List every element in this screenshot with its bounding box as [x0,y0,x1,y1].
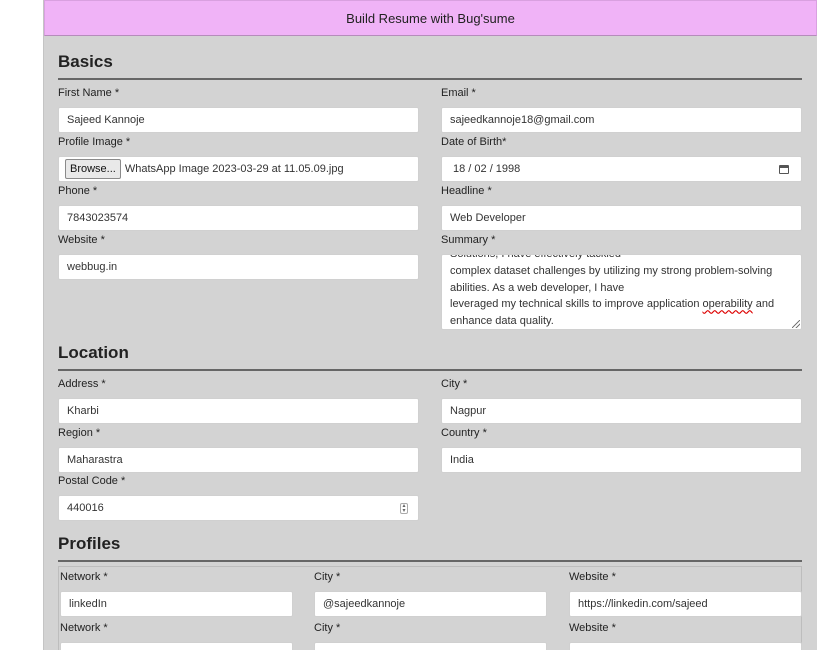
profile-image-input[interactable]: Browse... WhatsApp Image 2023-03-29 at 1… [58,156,419,182]
country-group: Country * India [441,426,802,473]
profiles-section-header: Profiles [58,534,802,562]
city-input[interactable]: Nagpur [441,398,802,424]
summary-label: Summary * [441,234,496,246]
profile-image-group: Profile Image * Browse... WhatsApp Image… [58,135,419,182]
summary-line: Solutions, I have effectively tackled [450,254,622,260]
address-label: Address * [58,378,106,390]
location-section-header: Location [58,343,802,371]
spellcheck-word: operability [702,298,753,311]
profile-website-label: Website * [569,571,616,583]
summary-line: enhance data quality. [450,315,554,328]
profile-website-group: Website * [569,621,802,650]
city-group: City * Nagpur [441,377,802,424]
spinner-icon[interactable]: ▴ ▾ [400,502,408,514]
resume-builder-panel: Build Resume with Bug'sume Basics First … [43,0,817,650]
profile-website-group: Website * https://linkedin.com/sajeed [569,570,802,617]
profile-website-input[interactable] [569,642,802,650]
profile-website-input[interactable]: https://linkedin.com/sajeed [569,591,802,617]
website-group: Website * webbug.in [58,233,419,280]
page-header: Build Resume with Bug'sume [44,0,817,36]
basics-section-header: Basics [58,52,802,80]
dob-input[interactable]: 18 / 02 / 1998 [441,156,802,182]
profile-image-filename: WhatsApp Image 2023-03-29 at 11.05.09.jp… [124,163,344,175]
profile-website-label: Website * [569,622,616,634]
network-input[interactable]: linkedIn [60,591,293,617]
network-label: Network * [60,571,108,583]
calendar-icon[interactable] [779,164,789,174]
email-label: Email * [441,87,476,99]
summary-textarea[interactable]: Solutions, I have effectively tackled co… [441,254,802,330]
email-group: Email * sajeedkannoje18@gmail.com [441,86,802,133]
profile-username-group: City * @sajeedkannoje [314,570,547,617]
profiles-title: Profiles [58,534,802,562]
profile-username-group: City * [314,621,547,650]
summary-line: complex dataset challenges by utilizing … [450,264,773,277]
location-title: Location [58,343,802,371]
headline-label: Headline * [441,185,492,197]
username-input[interactable] [314,642,547,650]
summary-text: leveraged my technical skills to improve… [450,298,703,311]
dob-label: Date of Birth* [441,136,507,148]
basics-title: Basics [58,52,802,80]
phone-label: Phone * [58,185,98,197]
network-input[interactable] [60,642,293,650]
region-input[interactable]: Maharastra [58,447,419,473]
profile-network-group: Network * [60,621,293,650]
website-label: Website * [58,234,105,246]
region-group: Region * Maharastra [58,426,419,473]
dob-group: Date of Birth* 18 / 02 / 1998 [441,135,802,182]
postal-code-label: Postal Code * [58,475,126,487]
country-input[interactable]: India [441,447,802,473]
region-label: Region * [58,427,101,439]
summary-line: leveraged my technical skills to improve… [450,296,793,313]
page-title: Build Resume with Bug'sume [346,10,515,26]
profile-network-group: Network * linkedIn [60,570,293,617]
postal-code-value: 440016 [67,502,104,514]
headline-group: Headline * Web Developer [441,184,802,231]
username-label: City * [314,622,341,634]
city-label: City * [441,378,468,390]
email-input[interactable]: sajeedkannoje18@gmail.com [441,107,802,133]
postal-code-group: Postal Code * 440016 ▴ ▾ [58,474,419,521]
summary-text: and [752,298,775,311]
headline-input[interactable]: Web Developer [441,205,802,231]
postal-code-input[interactable]: 440016 ▴ ▾ [58,495,419,521]
first-name-input[interactable]: Sajeed Kannoje [58,107,419,133]
username-input[interactable]: @sajeedkannoje [314,591,547,617]
username-label: City * [314,571,341,583]
first-name-group: First Name * Sajeed Kannoje [58,86,419,133]
phone-group: Phone * 7843023574 [58,184,419,231]
summary-line: abilities. As a web developer, I have [450,281,625,294]
profiles-list: Network * linkedIn City * @sajeedkannoje… [58,566,802,650]
resize-handle-icon[interactable] [792,320,800,328]
website-input[interactable]: webbug.in [58,254,419,280]
country-label: Country * [441,427,487,439]
address-input[interactable]: Kharbi [58,398,419,424]
network-label: Network * [60,622,108,634]
phone-input[interactable]: 7843023574 [58,205,419,231]
browse-button[interactable]: Browse... [65,159,121,179]
summary-group: Summary * Solutions, I have effectively … [441,233,802,330]
dob-value: 18 / 02 / 1998 [453,163,521,175]
first-name-label: First Name * [58,87,120,99]
address-group: Address * Kharbi [58,377,419,424]
profile-image-label: Profile Image * [58,136,131,148]
